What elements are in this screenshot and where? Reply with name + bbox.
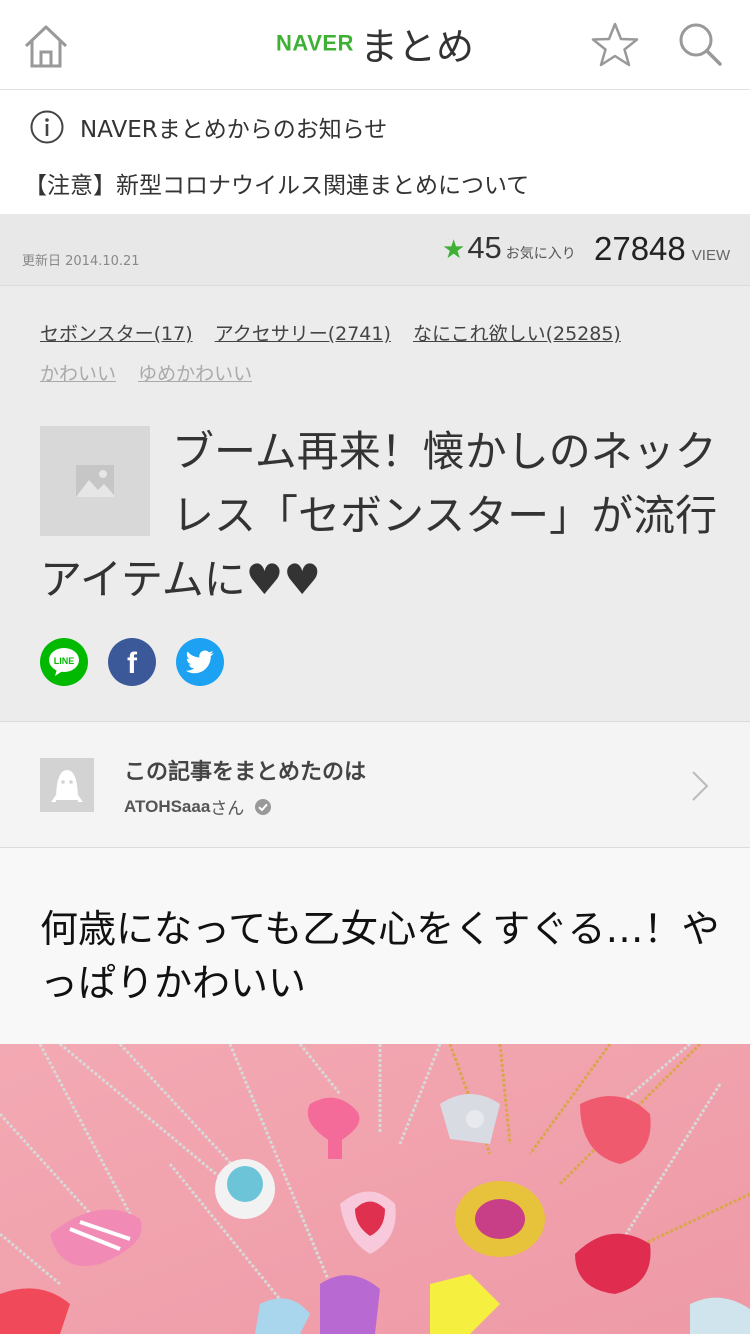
share-line-button[interactable]: LINE — [40, 638, 88, 686]
top-header: NAVER まとめ — [0, 0, 750, 90]
notice-title: NAVERまとめからのお知らせ — [80, 117, 388, 143]
facebook-letter: f — [127, 648, 138, 676]
favorite-button[interactable] — [590, 20, 640, 70]
necklaces-photo — [0, 1044, 750, 1334]
author-heading: この記事をまとめたのは — [124, 760, 367, 785]
updated-date: 更新日 2014.10.21 — [22, 254, 140, 269]
facebook-icon: f — [127, 648, 138, 676]
tag-link[interactable]: アクセサリー(2741) — [215, 323, 391, 345]
line-icon: LINE — [49, 648, 79, 676]
view-count: 27848 — [594, 230, 686, 267]
logo-service: まとめ — [359, 25, 474, 69]
necklaces-image — [0, 1044, 750, 1334]
logo-brand: NAVER — [276, 30, 354, 56]
user-silhouette-icon — [51, 770, 83, 802]
tag-link[interactable]: なにこれ欲しい(25285) — [413, 323, 621, 345]
line-text: LINE — [54, 656, 75, 666]
image-placeholder-icon — [76, 465, 114, 497]
view-label: VIEW — [691, 247, 731, 264]
favorites-counter: ★ 45 お気に入り — [442, 230, 576, 266]
search-icon — [679, 23, 722, 66]
favorites-label: お気に入り — [505, 246, 576, 262]
author-row[interactable]: この記事をまとめたのは ATOHSaaa さん — [0, 721, 750, 848]
tag-link[interactable]: セボンスター(17) — [40, 323, 193, 345]
tag-link[interactable]: かわいい — [40, 363, 116, 385]
author-avatar — [40, 758, 94, 812]
article-header: セボンスター(17) アクセサリー(2741) なにこれ欲しい(25285) か… — [0, 286, 750, 721]
star-icon — [591, 22, 639, 67]
section-heading-block: 何歳になっても乙女心をくすぐる…！やっぱりかわいい — [0, 848, 750, 1044]
favorite-star-icon: ★ — [442, 235, 466, 265]
stats-bar: 更新日 2014.10.21 ★ 45 お気に入り 27848 VIEW — [0, 214, 750, 286]
notice-link[interactable]: 【注意】新型コロナウイルス関連まとめについて — [24, 166, 529, 200]
notice-panel: NAVERまとめからのお知らせ 【注意】新型コロナウイルス関連まとめについて — [0, 90, 750, 214]
share-twitter-button[interactable] — [176, 638, 224, 686]
favorites-count: 45 — [467, 230, 502, 265]
article-title-block: ブーム再来！懐かしのネックレス「セボンスター」が流行アイテムに♥♥ — [40, 420, 720, 612]
author-name-row: ATOHSaaa さん — [124, 794, 272, 819]
chevron-right-icon — [692, 771, 709, 801]
twitter-icon — [186, 650, 214, 674]
author-name: ATOHSaaa — [124, 796, 211, 816]
info-icon — [30, 110, 64, 144]
tag-link[interactable]: ゆめかわいい — [138, 363, 252, 385]
verified-badge-icon — [255, 798, 272, 815]
share-buttons: LINE f — [40, 638, 224, 686]
article-thumbnail — [40, 426, 150, 536]
author-honorific: さん — [210, 799, 245, 819]
notice-header: NAVERまとめからのお知らせ — [30, 110, 387, 144]
section-title: 何歳になっても乙女心をくすぐる…！やっぱりかわいい — [40, 907, 720, 1005]
share-facebook-button[interactable]: f — [108, 638, 156, 686]
search-button[interactable] — [676, 20, 724, 68]
tag-list: セボンスター(17) アクセサリー(2741) なにこれ欲しい(25285) か… — [40, 314, 710, 394]
view-counter: 27848 VIEW — [594, 230, 730, 268]
